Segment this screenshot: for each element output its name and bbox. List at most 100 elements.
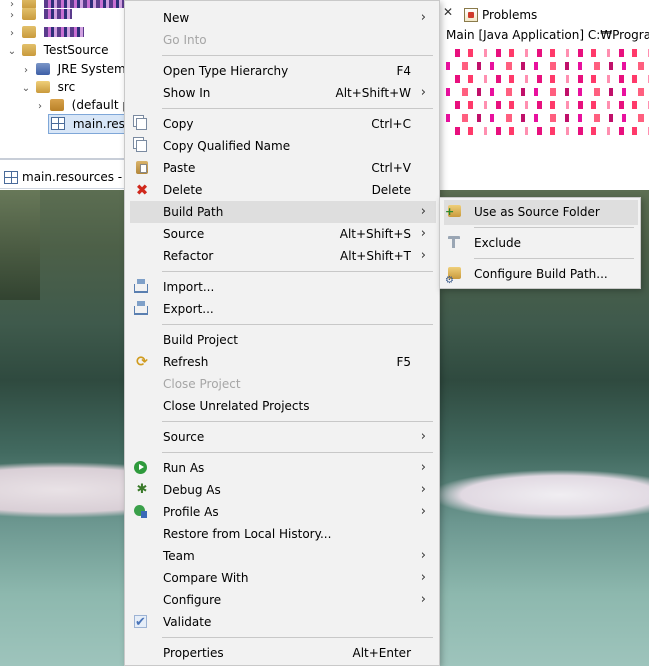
menu-item-copy[interactable]: Copy Ctrl+C [130, 113, 436, 135]
menu-item-new[interactable]: New › [130, 7, 436, 29]
menu-item-team[interactable]: Team › [130, 545, 436, 567]
menu-item-import[interactable]: Import... [130, 276, 436, 298]
package-icon [49, 99, 64, 111]
menu-item-go-into[interactable]: Go Into [130, 29, 436, 51]
menu-item-paste[interactable]: Paste Ctrl+V [130, 157, 436, 179]
menu-separator [474, 258, 634, 259]
menu-item-compare-with[interactable]: Compare With › [130, 567, 436, 589]
tab-main-resources[interactable]: main.resources - Te [4, 170, 139, 184]
menu-item-close-unrelated-projects[interactable]: Close Unrelated Projects [130, 395, 436, 417]
submenu-item-exclude[interactable]: Exclude [444, 231, 638, 256]
submenu-item-use-as-source-folder[interactable]: Use as Source Folder [444, 199, 638, 225]
redacted-label [43, 9, 72, 19]
submenu-arrow-icon: › [420, 10, 426, 25]
src-label: src [57, 80, 76, 94]
menu-item-label: Compare With [163, 571, 249, 585]
collapse-toggle-icon[interactable]: ⌄ [6, 43, 18, 61]
configure-build-path-icon [445, 267, 461, 293]
debug-icon: ✱ [136, 482, 148, 497]
checkbox-checked-icon: ✔ [134, 615, 147, 630]
expand-toggle-icon[interactable]: › [34, 98, 46, 116]
menu-separator [162, 55, 433, 56]
tree-row-src[interactable]: ⌄ src [20, 78, 75, 96]
menu-item-refactor[interactable]: Refactor Alt+Shift+T › [130, 245, 436, 267]
close-icon[interactable]: ✕ [443, 5, 453, 19]
submenu-item-label: Exclude [474, 236, 522, 250]
menu-separator [162, 637, 433, 638]
menu-item-export[interactable]: Export... [130, 298, 436, 320]
menu-item-close-project[interactable]: Close Project [130, 373, 436, 395]
submenu-arrow-icon: › [420, 504, 426, 519]
menu-item-label: Build Path [163, 205, 224, 219]
submenu-arrow-icon: › [420, 85, 426, 100]
console-header: Main [Java Application] C:₩Program F [446, 28, 649, 42]
copy-icon [136, 118, 147, 130]
problems-tab-label: Problems [482, 8, 538, 22]
menu-item-source[interactable]: Source Alt+Shift+S › [130, 223, 436, 245]
menu-item-build-project[interactable]: Build Project [130, 329, 436, 351]
menu-item-show-in[interactable]: Show In Alt+Shift+W › [130, 82, 436, 104]
menu-item-configure[interactable]: Configure › [130, 589, 436, 611]
project-icon [21, 8, 36, 20]
menu-item-label: Profile As [163, 505, 219, 519]
tree-row-jre[interactable]: › JRE System L [20, 60, 136, 78]
editor-tab-label: main.resources - Te [22, 170, 139, 184]
run-icon [134, 461, 147, 474]
menu-separator [162, 452, 433, 453]
menu-item-properties[interactable]: Properties Alt+Enter [130, 642, 436, 664]
menu-item-label: Import... [163, 280, 215, 294]
shortcut-label: Ctrl+V [371, 161, 411, 175]
menu-item-source-submenu[interactable]: Source › [130, 426, 436, 448]
shortcut-label: Alt+Enter [352, 646, 411, 660]
submenu-arrow-icon: › [420, 460, 426, 475]
exclude-icon [448, 236, 460, 251]
refresh-icon: ⟳ [136, 354, 148, 370]
tree-row-default-package[interactable]: › (default pa [34, 96, 137, 114]
import-icon [134, 279, 148, 293]
console-output [446, 44, 649, 148]
menu-item-validate[interactable]: ✔ Validate [130, 611, 436, 633]
export-icon [134, 301, 148, 315]
problems-icon [464, 8, 478, 22]
menu-item-label: Build Project [163, 333, 238, 347]
project-icon [21, 44, 36, 56]
shortcut-label: F5 [396, 355, 411, 369]
menu-item-label: Team [163, 549, 195, 563]
submenu-item-configure-build-path[interactable]: Configure Build Path... [444, 262, 638, 293]
menu-item-build-path[interactable]: Build Path › [130, 201, 436, 223]
collapse-toggle-icon[interactable]: ⌄ [20, 80, 32, 98]
profile-icon [134, 505, 147, 518]
menu-item-delete[interactable]: ✖ Delete Delete [130, 179, 436, 201]
menu-item-label: Export... [163, 302, 214, 316]
menu-item-label: Copy [163, 117, 194, 131]
tree-row-hidden-project[interactable]: › [6, 23, 84, 41]
menu-item-profile-as[interactable]: Profile As › [130, 501, 436, 523]
menu-item-label: Copy Qualified Name [163, 139, 291, 153]
submenu-item-label: Use as Source Folder [474, 205, 600, 219]
shortcut-label: F4 [396, 64, 411, 78]
menu-item-refresh[interactable]: ⟳ Refresh F5 [130, 351, 436, 373]
menu-item-restore-from-local-history[interactable]: Restore from Local History... [130, 523, 436, 545]
menu-item-open-type-hierarchy[interactable]: Open Type Hierarchy F4 [130, 60, 436, 82]
tree-row-testsource[interactable]: ⌄ TestSource [6, 41, 109, 59]
menu-item-debug-as[interactable]: ✱ Debug As › [130, 479, 436, 501]
tab-problems[interactable]: Problems [464, 8, 537, 22]
submenu-item-label: Configure Build Path... [474, 267, 608, 281]
submenu-arrow-icon: › [420, 204, 426, 219]
paste-icon [136, 161, 148, 174]
menu-item-label: Properties [163, 646, 224, 660]
resource-folder-icon [4, 170, 18, 184]
menu-item-label: Show In [163, 86, 211, 100]
menu-item-label: Go Into [163, 33, 207, 47]
menu-item-run-as[interactable]: Run As › [130, 457, 436, 479]
shortcut-label: Alt+Shift+S [339, 227, 411, 241]
tree-row-hidden-project[interactable]: › [6, 5, 72, 23]
menu-item-copy-qualified-name[interactable]: Copy Qualified Name [130, 135, 436, 157]
menu-separator [474, 227, 634, 228]
submenu-arrow-icon: › [420, 570, 426, 585]
submenu-arrow-icon: › [420, 592, 426, 607]
menu-item-label: Source [163, 227, 205, 241]
menu-separator [162, 108, 433, 109]
copy-icon [136, 140, 147, 152]
menu-item-label: Validate [163, 615, 212, 629]
